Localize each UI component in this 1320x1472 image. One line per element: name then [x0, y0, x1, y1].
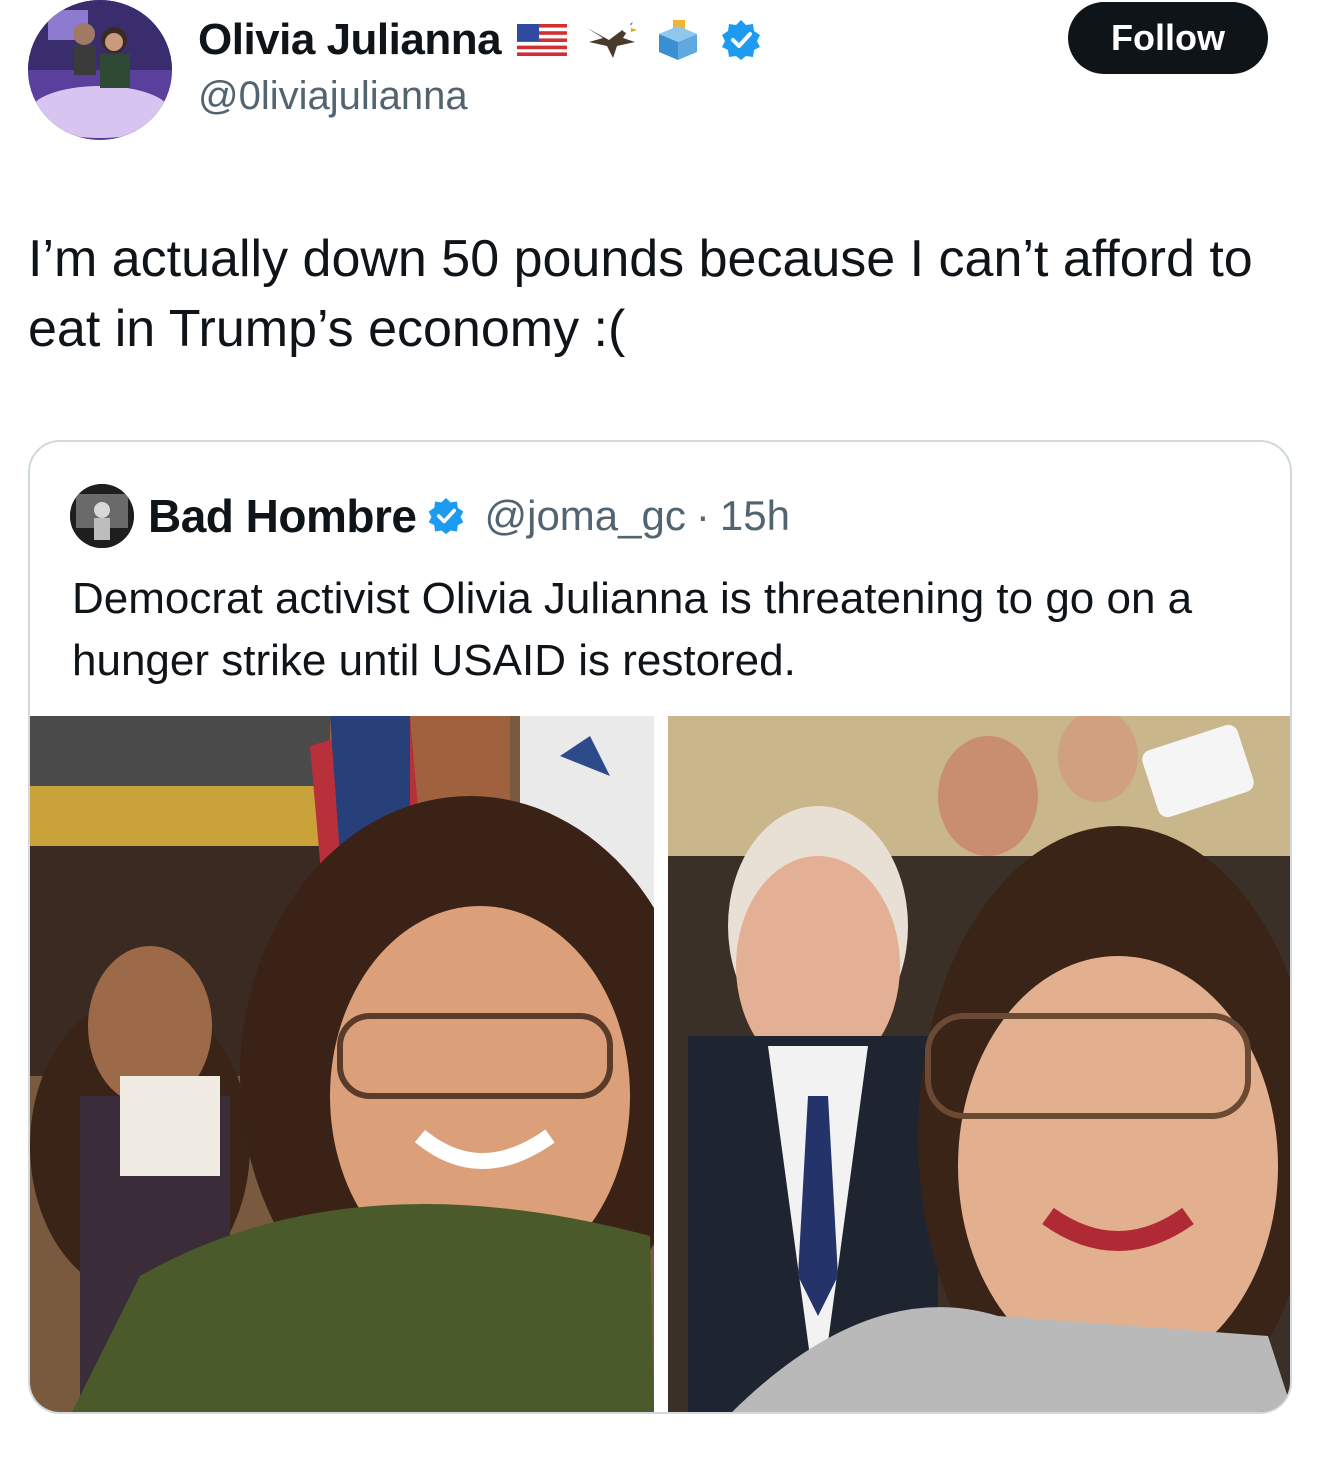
- quote-photo-1[interactable]: [30, 716, 654, 1412]
- follow-button[interactable]: Follow: [1068, 2, 1268, 74]
- eagle-icon: [583, 20, 638, 60]
- us-flag-icon: [515, 20, 569, 60]
- separator-dot: ·: [695, 492, 710, 539]
- author-name-row: Olivia Julianna: [198, 10, 763, 70]
- quote-author-handle[interactable]: @joma_gc: [484, 492, 685, 540]
- quote-author-avatar[interactable]: [70, 484, 134, 548]
- author-handle[interactable]: @0liviajulianna: [198, 74, 468, 119]
- author-avatar[interactable]: [28, 0, 172, 140]
- verified-badge-icon: [719, 18, 763, 62]
- quote-header: Bad Hombre @joma_gc · 15h: [148, 486, 790, 546]
- quote-tweet-card[interactable]: Bad Hombre @joma_gc · 15h Democrat activ…: [28, 440, 1292, 1414]
- verified-badge-icon: [426, 496, 466, 536]
- quote-timestamp[interactable]: 15h: [720, 492, 790, 540]
- quote-photo-2[interactable]: [668, 716, 1290, 1412]
- author-name[interactable]: Olivia Julianna: [198, 15, 502, 65]
- ballot-box-icon: [651, 20, 705, 60]
- quote-text: Democrat activist Olivia Julianna is thr…: [72, 574, 1193, 685]
- quote-author-name[interactable]: Bad Hombre: [148, 489, 417, 543]
- tweet-text: I’m actually down 50 pounds because I ca…: [28, 230, 1253, 358]
